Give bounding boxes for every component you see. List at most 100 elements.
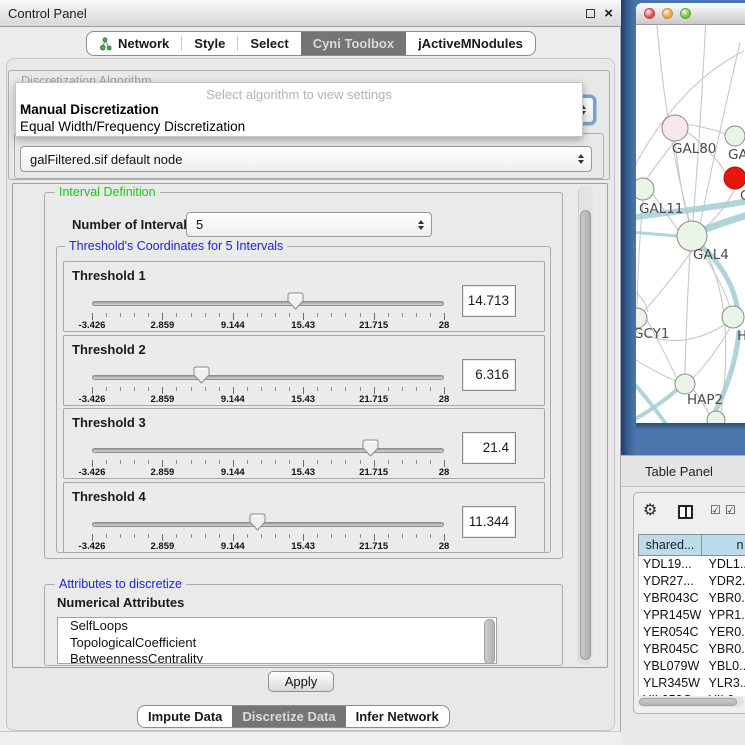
close-icon[interactable]: × — [604, 6, 613, 21]
network-node-c[interactable] — [724, 167, 745, 189]
column-header-shared-[interactable]: shared... — [638, 534, 702, 556]
network-canvas[interactable]: GAL80GACGAL11GAL4GCY1HHAP2 — [636, 25, 745, 423]
threshold-slider-track[interactable] — [92, 522, 444, 527]
tick-mark — [289, 460, 290, 464]
table-cell[interactable]: YBL079W — [639, 658, 703, 675]
table-cell[interactable]: YDL1... — [703, 556, 745, 573]
table-cell[interactable]: YBL0... — [703, 658, 745, 675]
threshold-slider-track[interactable] — [92, 375, 444, 380]
network-node[interactable] — [707, 411, 725, 423]
tick-mark — [430, 460, 431, 464]
table-cell[interactable]: YIL052C — [639, 692, 703, 696]
slider-handle[interactable] — [193, 366, 210, 384]
number-of-intervals-select[interactable]: 5 — [186, 212, 432, 237]
algorithm-option-equal-width-frequency-discretization[interactable]: Equal Width/Frequency Discretization — [16, 118, 582, 135]
threshold-value-field[interactable]: 14.713 — [462, 285, 516, 317]
tick-label: 21.715 — [359, 320, 388, 331]
attribute-item-selfloops[interactable]: SelfLoops — [58, 618, 496, 635]
threshold-panel-2: Threshold 2-3.4262.8599.14415.4321.71528… — [63, 335, 545, 406]
tick-mark — [444, 313, 445, 320]
network-window: GAL80GACGAL11GAL4GCY1HHAP2 — [636, 3, 745, 423]
table-cell[interactable]: YPR145W — [639, 607, 703, 624]
column-header-n[interactable]: n — [701, 534, 745, 556]
checkbox-icon[interactable]: ☑ — [725, 504, 736, 516]
table-cell[interactable]: YBR0... — [703, 641, 745, 658]
bottom-tab-discretize-data[interactable]: Discretize Data — [232, 706, 345, 727]
tab-select[interactable]: Select — [238, 32, 300, 55]
list-scrollbar-thumb[interactable] — [484, 619, 495, 664]
minimize-traffic-light-icon[interactable] — [662, 8, 673, 19]
table-cell[interactable]: YBR045C — [639, 641, 703, 658]
tick-mark — [148, 534, 149, 538]
threshold-slider-track[interactable] — [92, 448, 444, 453]
bottom-tab-infer-network[interactable]: Infer Network — [346, 706, 449, 727]
checkbox-icon[interactable]: ☑ — [710, 504, 721, 516]
network-node-hap2[interactable] — [675, 374, 695, 394]
table-row[interactable]: YDR27...YDR2... — [639, 573, 745, 590]
horizontal-scrollbar[interactable] — [638, 697, 744, 707]
gear-icon[interactable]: ⚙ — [643, 502, 657, 518]
table-row[interactable]: YER054CYER0... — [639, 624, 745, 641]
network-graph: GAL80GACGAL11GAL4GCY1HHAP2 — [636, 25, 745, 423]
vertical-scrollbar-thumb[interactable] — [580, 210, 591, 660]
attributes-group: Attributes to discretize Numerical Attri… — [44, 584, 563, 666]
slider-handle[interactable] — [362, 439, 379, 457]
horizontal-scrollbar-thumb[interactable] — [639, 698, 737, 706]
tab-network[interactable]: Network — [87, 32, 181, 55]
table-data-select[interactable]: galFiltered.sif default node — [20, 146, 592, 172]
table-row[interactable]: YIL052CYIL0... — [639, 692, 745, 696]
table-row[interactable]: YLR345WYLR3... — [639, 675, 745, 692]
apply-button[interactable]: Apply — [268, 671, 334, 692]
attribute-item-betweennesscentrality[interactable]: BetweennessCentrality — [58, 651, 496, 664]
table-row[interactable]: YPR145WYPR1... — [639, 607, 745, 624]
tab-jactivemnodules[interactable]: jActiveMNodules — [406, 32, 535, 55]
table-row[interactable]: YBR043CYBR0... — [639, 590, 745, 607]
column-view-icon[interactable] — [678, 505, 693, 519]
tab-cyni-toolbox-label: Cyni Toolbox — [313, 36, 394, 51]
table-cell[interactable]: YDL19... — [639, 556, 703, 573]
table-cell[interactable]: YPR1... — [703, 607, 745, 624]
bottom-tab-impute-data[interactable]: Impute Data — [138, 706, 232, 727]
algorithm-dropdown-popup: Select algorithm to view settings Manual… — [15, 82, 583, 137]
tick-mark — [374, 460, 375, 467]
table-cell[interactable]: YLR3... — [703, 675, 745, 692]
network-node-h[interactable] — [722, 306, 744, 328]
float-window-icon[interactable] — [586, 9, 595, 18]
algorithm-option-manual-discretization[interactable]: Manual Discretization — [16, 101, 582, 118]
table-row[interactable]: YDL19...YDL1... — [639, 556, 745, 573]
table-cell[interactable]: YLR345W — [639, 675, 703, 692]
tick-mark — [444, 387, 445, 394]
slider-handle[interactable] — [287, 292, 304, 310]
table-cell[interactable]: YDR27... — [639, 573, 703, 590]
table-cell[interactable]: YIL0... — [703, 692, 745, 696]
network-node-gal11[interactable] — [636, 178, 654, 200]
network-node-ga[interactable] — [725, 126, 745, 146]
threshold-value-field[interactable]: 6.316 — [462, 359, 516, 391]
slider-handle[interactable] — [249, 513, 266, 531]
network-node-gal80[interactable] — [662, 115, 688, 141]
zoom-traffic-light-icon[interactable] — [680, 8, 691, 19]
table-cell[interactable]: YDR2... — [703, 573, 745, 590]
tick-mark — [148, 460, 149, 464]
tab-style[interactable]: Style — [182, 32, 237, 55]
tick-mark — [345, 387, 346, 391]
table-row[interactable]: YBR045CYBR0... — [639, 641, 745, 658]
attribute-item-topologicalcoefficient[interactable]: TopologicalCoefficient — [58, 635, 496, 652]
network-window-titlebar[interactable] — [636, 3, 745, 25]
table-cell[interactable]: YER0... — [703, 624, 745, 641]
table-cell[interactable]: YBR043C — [639, 590, 703, 607]
threshold-value-field[interactable]: 11.344 — [462, 506, 516, 538]
node-label: GAL11 — [639, 201, 683, 217]
tick-mark — [219, 534, 220, 538]
table-cell[interactable]: YER054C — [639, 624, 703, 641]
numerical-attributes-list[interactable]: SelfLoopsTopologicalCoefficientBetweenne… — [57, 617, 497, 664]
close-traffic-light-icon[interactable] — [644, 8, 655, 19]
tick-mark — [317, 534, 318, 538]
tab-cyni-toolbox[interactable]: Cyni Toolbox — [301, 32, 406, 55]
threshold-slider-track[interactable] — [92, 301, 444, 306]
network-node-gcy1[interactable] — [636, 308, 647, 328]
threshold-value-field[interactable]: 21.4 — [462, 432, 516, 464]
table-row[interactable]: YBL079WYBL0... — [639, 658, 745, 675]
table-cell[interactable]: YBR0... — [703, 590, 745, 607]
tick-mark — [233, 460, 234, 467]
